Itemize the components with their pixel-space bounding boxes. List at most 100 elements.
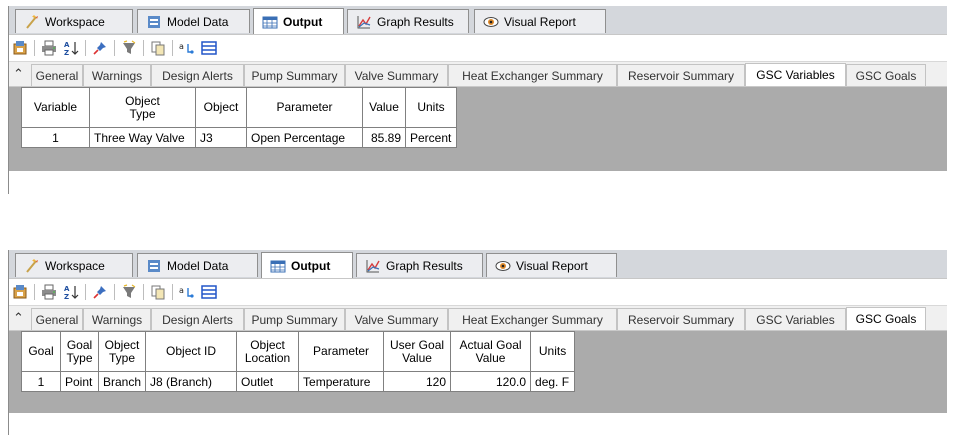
col-header-object-type[interactable]: Object Type [89,87,196,128]
subtab-valve-summary[interactable]: Valve Summary [345,64,448,86]
col-header-goal-type[interactable]: Goal Type [60,331,99,372]
find-icon[interactable] [176,281,198,303]
toolbar-separator [172,284,173,300]
cell-parameter[interactable]: Temperature [298,371,385,392]
col-header-actual-goal-value[interactable]: Actual Goal Value [450,331,532,372]
print-icon[interactable] [38,281,60,303]
col-header-units[interactable]: Units [405,87,457,128]
tab-visual-report[interactable]: Visual Report [486,253,617,277]
subtab-general[interactable]: General [31,308,83,330]
tab-graph-results[interactable]: Graph Results [347,9,469,33]
eye-icon [495,258,511,274]
col-header-goal[interactable]: Goal [21,331,61,372]
subtab-gsc-variables[interactable]: GSC Variables [745,63,846,86]
copy-icon[interactable] [147,281,169,303]
subtab-warnings[interactable]: Warnings [83,64,151,86]
col-header-units[interactable]: Units [530,331,576,372]
cell-object-type[interactable]: Three Way Valve [89,127,196,148]
cell-parameter[interactable]: Open Percentage [246,127,363,148]
cell-goal-type[interactable]: Point [60,371,99,392]
col-header-user-goal-value[interactable]: User Goal Value [383,331,452,372]
subtab-gsc-goals[interactable]: GSC Goals [846,64,926,86]
col-header-object-type[interactable]: Object Type [97,331,147,372]
tab-graph-results[interactable]: Graph Results [356,253,483,277]
col-header-parameter[interactable]: Parameter [246,87,363,128]
tab-model-data[interactable]: Model Data [137,253,258,277]
tab-model-data[interactable]: Model Data [137,9,250,33]
tab-output[interactable]: Output [261,252,353,278]
copy-icon[interactable] [147,37,169,59]
output-control-icon[interactable] [9,37,31,59]
cell-object-id[interactable]: J8 (Branch) [145,371,238,392]
output-toolbar [9,35,947,61]
cell-object-type[interactable]: Branch [97,371,147,392]
table-view-icon[interactable] [198,281,220,303]
subtab-gsc-variables[interactable]: GSC Variables [745,308,846,330]
subtab-pump-summary[interactable]: Pump Summary [244,308,345,330]
subtab-valve-summary[interactable]: Valve Summary [345,308,448,330]
subtab-general[interactable]: General [31,64,83,86]
print-icon[interactable] [38,37,60,59]
toolbar-separator [114,40,115,56]
find-icon[interactable] [176,37,198,59]
subtab-reservoir-summary[interactable]: Reservoir Summary [617,308,745,330]
tab-workspace[interactable]: Workspace [15,9,133,33]
results-grid-area: Variable Object Type Object Parameter Val… [9,87,947,171]
tab-label: Visual Report [516,258,588,273]
cell-object-location[interactable]: Outlet [236,371,300,392]
toolbar-separator [143,40,144,56]
cell-units[interactable]: Percent [405,127,457,148]
cell-goal[interactable]: 1 [21,371,61,392]
cell-units[interactable]: deg. F [530,371,576,392]
cell-actual-goal-value[interactable]: 120.0 [450,371,532,392]
subtab-heat-exchanger-summary[interactable]: Heat Exchanger Summary [448,308,617,330]
gsc-variables-table: Variable Object Type Object Parameter Val… [21,87,457,148]
toolbar-separator [85,40,86,56]
workspace-icon [24,258,40,274]
subtab-design-alerts[interactable]: Design Alerts [151,64,244,86]
table-row[interactable]: 1 Three Way Valve J3 Open Percentage 85.… [21,127,457,148]
cell-value[interactable]: 85.89 [362,127,406,148]
pin-icon[interactable] [89,37,111,59]
tab-label: Workspace [45,14,105,29]
cell-object[interactable]: J3 [195,127,247,148]
col-header-parameter[interactable]: Parameter [298,331,385,372]
table-row[interactable]: 1 Point Branch J8 (Branch) Outlet Temper… [21,371,576,392]
col-header-object[interactable]: Object [195,87,247,128]
main-tab-strip: Workspace Model Data Output Graph Result… [9,250,947,279]
model-data-icon [146,14,162,30]
output-control-icon[interactable] [9,281,31,303]
cell-user-goal-value[interactable]: 120 [383,371,452,392]
workspace-icon [24,14,40,30]
collapse-icon[interactable]: ⌃ [13,310,24,326]
subtab-gsc-goals[interactable]: GSC Goals [846,307,926,330]
subtab-design-alerts[interactable]: Design Alerts [151,308,244,330]
col-header-variable[interactable]: Variable [21,87,90,128]
output-sub-tabs: ⌃ General Warnings Design Alerts Pump Su… [9,305,947,331]
tab-label: Model Data [167,14,229,29]
results-grid-area: Goal Goal Type Object Type Object ID Objec… [9,331,947,413]
pin-icon[interactable] [89,281,111,303]
tab-label: Graph Results [386,258,463,273]
output-toolbar [9,279,947,305]
sort-icon[interactable] [60,37,82,59]
col-header-object-location[interactable]: Object Location [236,331,300,372]
tab-visual-report[interactable]: Visual Report [474,9,606,33]
subtab-heat-exchanger-summary[interactable]: Heat Exchanger Summary [448,64,617,86]
cell-variable[interactable]: 1 [21,127,90,148]
graph-icon [356,14,372,30]
eye-icon [483,14,499,30]
filter-icon[interactable] [118,37,140,59]
collapse-icon[interactable]: ⌃ [13,66,24,82]
subtab-warnings[interactable]: Warnings [83,308,151,330]
tab-workspace[interactable]: Workspace [15,253,133,277]
table-view-icon[interactable] [198,37,220,59]
sort-icon[interactable] [60,281,82,303]
toolbar-separator [85,284,86,300]
subtab-pump-summary[interactable]: Pump Summary [244,64,345,86]
filter-icon[interactable] [118,281,140,303]
col-header-object-id[interactable]: Object ID [145,331,238,372]
subtab-reservoir-summary[interactable]: Reservoir Summary [617,64,745,86]
col-header-value[interactable]: Value [362,87,406,128]
tab-output[interactable]: Output [253,8,344,34]
